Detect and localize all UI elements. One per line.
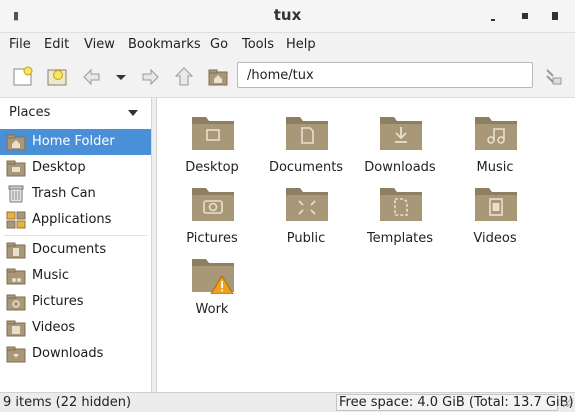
sidebar-item-label: Trash Can [32, 186, 96, 201]
downloads-folder-icon [380, 117, 422, 150]
applications-icon [6, 211, 26, 229]
folder-desktop[interactable]: Desktop [164, 104, 260, 175]
sidebar-item-label: Videos [32, 320, 76, 335]
maximize-button[interactable] [518, 9, 532, 23]
new-tab-icon [47, 69, 67, 86]
resize-grip-icon[interactable] [560, 396, 572, 408]
pictures-folder-icon [192, 188, 234, 221]
home-folder-icon [6, 134, 26, 151]
work-folder-icon [192, 259, 234, 294]
folder-work[interactable]: Work [164, 246, 260, 317]
folder-templates[interactable]: Templates [352, 175, 448, 246]
sidebar-item-label: Home Folder [32, 134, 115, 149]
folder-pictures[interactable]: Pictures [164, 175, 260, 246]
music-folder-icon [475, 117, 517, 150]
title-bar: ▮ tux [0, 0, 575, 33]
free-space-text: Free space: 4.0 GiB (Total: 13.7 GiB) [336, 394, 574, 411]
new-window-button[interactable] [10, 64, 36, 90]
forward-icon [142, 68, 159, 86]
file-name: Work [195, 302, 229, 317]
file-name: Downloads [364, 160, 436, 175]
sidebar-item-music[interactable]: Music [0, 263, 151, 289]
maximize-icon [522, 13, 528, 19]
menu-edit[interactable]: Edit [44, 37, 69, 52]
status-bar: 9 items (22 hidden) Free space: 4.0 GiB … [0, 392, 575, 412]
file-name: Videos [473, 231, 517, 246]
minimize-button[interactable] [486, 9, 500, 23]
menu-go[interactable]: Go [210, 37, 228, 52]
file-name: Documents [268, 160, 344, 175]
up-button[interactable] [171, 64, 197, 90]
menu-help[interactable]: Help [286, 37, 316, 52]
file-name: Templates [366, 231, 434, 246]
file-name: Pictures [186, 231, 238, 246]
places-dropdown-icon[interactable] [128, 110, 138, 116]
file-name: Public [286, 231, 326, 246]
new-tab-button[interactable] [44, 64, 70, 90]
sidebar-item-label: Pictures [32, 294, 84, 309]
chevron-down-icon [116, 75, 126, 80]
menu-file[interactable]: File [9, 37, 31, 52]
videos-folder-icon [6, 320, 26, 337]
sidebar-item-pictures[interactable]: Pictures [0, 289, 151, 315]
home-button[interactable] [205, 64, 231, 90]
folder-public[interactable]: Public [258, 175, 354, 246]
home-icon [208, 69, 228, 86]
back-button[interactable] [78, 64, 104, 90]
sidebar-item-label: Desktop [32, 160, 86, 175]
close-button[interactable] [548, 9, 562, 23]
documents-folder-icon [286, 117, 328, 150]
back-history-dropdown[interactable] [108, 64, 126, 90]
go-icon [546, 69, 562, 85]
back-icon [83, 68, 100, 86]
sidebar-item-label: Music [32, 268, 69, 283]
menu-view[interactable]: View [84, 37, 115, 52]
menu-tools[interactable]: Tools [242, 37, 274, 52]
sidebar-item-documents[interactable]: Documents [0, 237, 151, 263]
pictures-folder-icon [6, 294, 26, 311]
sidebar-item-home-folder[interactable]: Home Folder [0, 129, 151, 155]
menu-bookmarks[interactable]: Bookmarks [128, 37, 201, 52]
places-header: Places [9, 105, 51, 120]
sidebar-divider [4, 235, 147, 236]
sidebar-item-trash-can[interactable]: Trash Can [0, 181, 151, 207]
new-window-icon [13, 66, 33, 86]
item-count-text: 9 items (22 hidden) [3, 395, 132, 410]
sidebar-item-label: Downloads [32, 346, 104, 361]
toolbar [0, 57, 575, 98]
forward-button[interactable] [138, 64, 164, 90]
downloads-folder-icon [6, 346, 26, 363]
file-name: Desktop [185, 160, 239, 175]
trash-icon [8, 185, 24, 203]
templates-folder-icon [380, 188, 422, 221]
menu-bar: File Edit View Bookmarks Go Tools Help [0, 33, 575, 57]
folder-videos[interactable]: Videos [447, 175, 543, 246]
folder-downloads[interactable]: Downloads [352, 104, 448, 175]
folder-documents[interactable]: Documents [258, 104, 354, 175]
places-sidebar: Places Home Folder Desktop Trash Can App… [0, 98, 151, 392]
music-folder-icon [6, 268, 26, 285]
videos-folder-icon [475, 188, 517, 221]
sidebar-item-label: Documents [32, 242, 107, 257]
location-input[interactable] [237, 62, 533, 88]
up-icon [174, 67, 194, 86]
sidebar-item-label: Applications [32, 212, 112, 227]
sidebar-item-applications[interactable]: Applications [0, 207, 151, 233]
go-button[interactable] [541, 64, 567, 90]
minimize-icon [491, 19, 495, 21]
file-view: Desktop Documents Downloads Music Pictur… [157, 98, 575, 392]
sidebar-item-videos[interactable]: Videos [0, 315, 151, 341]
sidebar-item-desktop[interactable]: Desktop [0, 155, 151, 181]
public-folder-icon [286, 188, 328, 221]
desktop-icon [6, 160, 26, 177]
close-icon [552, 12, 558, 20]
sidebar-item-downloads[interactable]: Downloads [0, 341, 151, 367]
desktop-folder-icon [192, 117, 234, 150]
documents-folder-icon [6, 242, 26, 259]
folder-music[interactable]: Music [447, 104, 543, 175]
file-name: Music [476, 160, 514, 175]
